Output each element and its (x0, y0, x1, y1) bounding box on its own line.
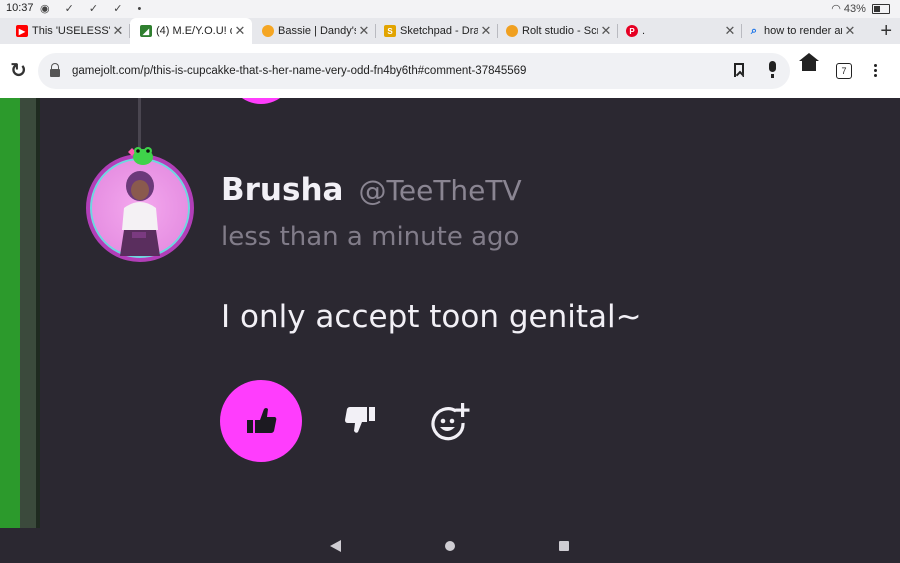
thumbs-up-icon (247, 408, 277, 433)
battery-icon (872, 4, 890, 15)
thumbs-down-icon (345, 407, 375, 433)
add-emoji-icon (431, 403, 470, 441)
close-icon[interactable]: ✕ (356, 23, 372, 39)
comment-text: I only accept toon genital~ (221, 299, 642, 335)
tab-title: This 'USELESS' Tr (32, 25, 110, 37)
tab-search[interactable]: ⌕ how to render art ✕ (742, 18, 862, 44)
avatar[interactable] (86, 147, 194, 262)
sketchpad-icon: S (384, 25, 396, 37)
close-icon[interactable]: ✕ (598, 23, 614, 39)
new-tab-button[interactable]: + (880, 18, 892, 44)
comment-timestamp[interactable]: less than a minute ago (221, 222, 519, 252)
tab-scratch[interactable]: Rolt studio - Scrat ✕ (498, 18, 618, 44)
gamejolt-icon: ◢ (140, 25, 152, 37)
tab-gamejolt[interactable]: ◢ (4) M.E/Y.O.U! on ✕ (130, 18, 252, 44)
pinterest-icon: P (626, 25, 638, 37)
toolbar: ↻ gamejolt.com/p/this-is-cupcakke-that-s… (0, 44, 900, 99)
bookmark-icon[interactable] (734, 63, 744, 77)
like-button[interactable] (220, 380, 302, 462)
frog-badge-icon (128, 147, 153, 165)
avatar-character-image (120, 171, 160, 256)
close-icon[interactable]: ✕ (478, 23, 494, 39)
tab-strip: ▶ This 'USELESS' Tr ✕ ◢ (4) M.E/Y.O.U! o… (0, 18, 900, 44)
tab-title: (4) M.E/Y.O.U! on (156, 25, 232, 37)
status-bar: 10:37 ◉ ✓ ✓ ✓ • ◠ 43% (0, 0, 900, 18)
microphone-icon[interactable] (769, 61, 776, 78)
left-edge-shadow (20, 98, 36, 528)
dislike-button[interactable] (343, 404, 377, 438)
previous-like-button[interactable] (228, 98, 294, 104)
tab-title: how to render art (764, 25, 842, 37)
wifi-icon: ◠ (831, 3, 841, 15)
comment-author-row: Brusha @TeeTheTV (221, 172, 522, 208)
recent-apps-icon[interactable] (559, 541, 569, 551)
tab-youtube[interactable]: ▶ This 'USELESS' Tr ✕ (0, 18, 130, 44)
home-nav-icon[interactable] (445, 541, 455, 551)
author-handle[interactable]: @TeeTheTV (359, 174, 522, 207)
tab-title: Rolt studio - Scrat (522, 25, 598, 37)
home-icon[interactable] (799, 53, 819, 71)
close-icon[interactable]: ✕ (110, 23, 126, 39)
tab-title: Bassie | Dandy's W (278, 25, 356, 37)
tab-pinterest[interactable]: P . ✕ (618, 18, 742, 44)
youtube-icon: ▶ (16, 25, 28, 37)
tab-title: Sketchpad - Draw (400, 25, 478, 37)
author-name[interactable]: Brusha (221, 172, 343, 208)
tab-title: . (642, 25, 646, 37)
lock-icon[interactable] (50, 63, 60, 77)
fandom-icon (262, 25, 274, 37)
reload-icon[interactable]: ↻ (10, 58, 27, 82)
system-nav-bar (0, 528, 900, 563)
battery-level: 43% (843, 3, 866, 15)
menu-icon[interactable] (874, 64, 877, 67)
tab-fandom[interactable]: Bassie | Dandy's W ✕ (252, 18, 376, 44)
close-icon[interactable]: ✕ (842, 23, 858, 39)
page-content: Brusha @TeeTheTV less than a minute ago … (0, 98, 900, 528)
close-icon[interactable]: ✕ (232, 23, 248, 39)
status-time: 10:37 (6, 2, 34, 14)
address-bar[interactable]: gamejolt.com/p/this-is-cupcakke-that-s-h… (38, 53, 790, 89)
scratch-icon (506, 25, 518, 37)
add-reaction-button[interactable] (430, 402, 472, 442)
url-text[interactable]: gamejolt.com/p/this-is-cupcakke-that-s-h… (72, 65, 526, 77)
status-right: ◠ 43% (831, 2, 890, 15)
notification-icons: ◉ ✓ ✓ ✓ • (40, 3, 148, 15)
left-edge-green (0, 98, 20, 528)
tab-sketchpad[interactable]: S Sketchpad - Draw ✕ (376, 18, 498, 44)
tab-count-button[interactable]: 7 (836, 63, 852, 79)
back-icon[interactable] (330, 540, 341, 552)
search-icon: ⌕ (750, 24, 758, 37)
close-icon[interactable]: ✕ (722, 23, 738, 39)
